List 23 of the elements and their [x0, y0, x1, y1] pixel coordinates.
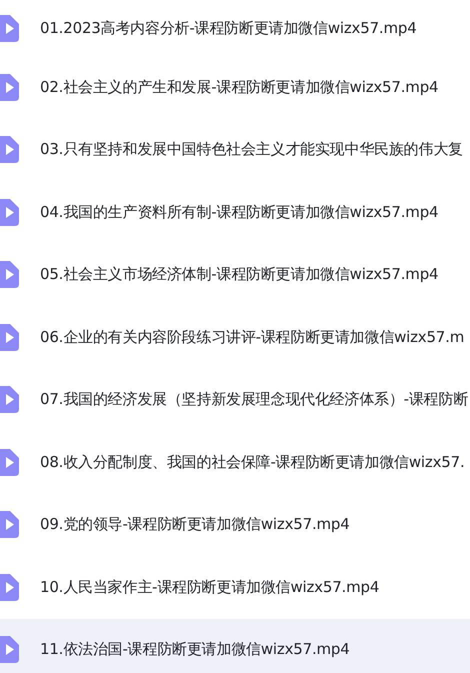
file-name: 03.只有坚持和发展中国特色社会主义才能实现中华民族的伟大复 [40, 140, 463, 160]
file-name: 06.企业的有关内容阶段练习讲评-课程防断更请加微信wizx57.m [40, 328, 464, 347]
file-name: 09.党的领导-课程防断更请加微信wizx57.mp4 [40, 515, 350, 534]
file-name: 02.社会主义的产生和发展-课程防断更请加微信wizx57.mp4 [40, 78, 438, 97]
file-name: 01.2023高考内容分析-课程防断更请加微信wizx57.mp4 [40, 18, 417, 38]
video-file-icon [0, 198, 20, 226]
video-file-icon [0, 324, 20, 351]
video-file-icon [0, 448, 20, 476]
video-file-icon [0, 636, 20, 664]
video-file-icon [0, 136, 20, 164]
file-name: 11.依法治国-课程防断更请加微信wizx57.mp4 [40, 640, 350, 660]
video-file-icon [0, 574, 20, 601]
file-name: 04.我国的生产资料所有制-课程防断更请加微信wizx57.mp4 [40, 202, 438, 222]
video-file-icon [0, 511, 20, 538]
video-file-icon [0, 74, 20, 101]
file-name: 10.人民当家作主-课程防断更请加微信wizx57.mp4 [40, 578, 380, 597]
file-row[interactable]: 11.依法治国-课程防断更请加微信wizx57.mp4 [0, 618, 470, 673]
video-file-icon [0, 14, 20, 42]
file-name: 08.收入分配制度、我国的社会保障-课程防断更请加微信wizx57. [40, 452, 465, 472]
video-file-icon [0, 261, 20, 288]
video-file-icon [0, 386, 20, 414]
file-name: 05.社会主义市场经济体制-课程防断更请加微信wizx57.mp4 [40, 265, 438, 284]
file-name: 07.我国的经济发展（坚持新发展理念现代化经济体系）-课程防断 [40, 390, 468, 410]
